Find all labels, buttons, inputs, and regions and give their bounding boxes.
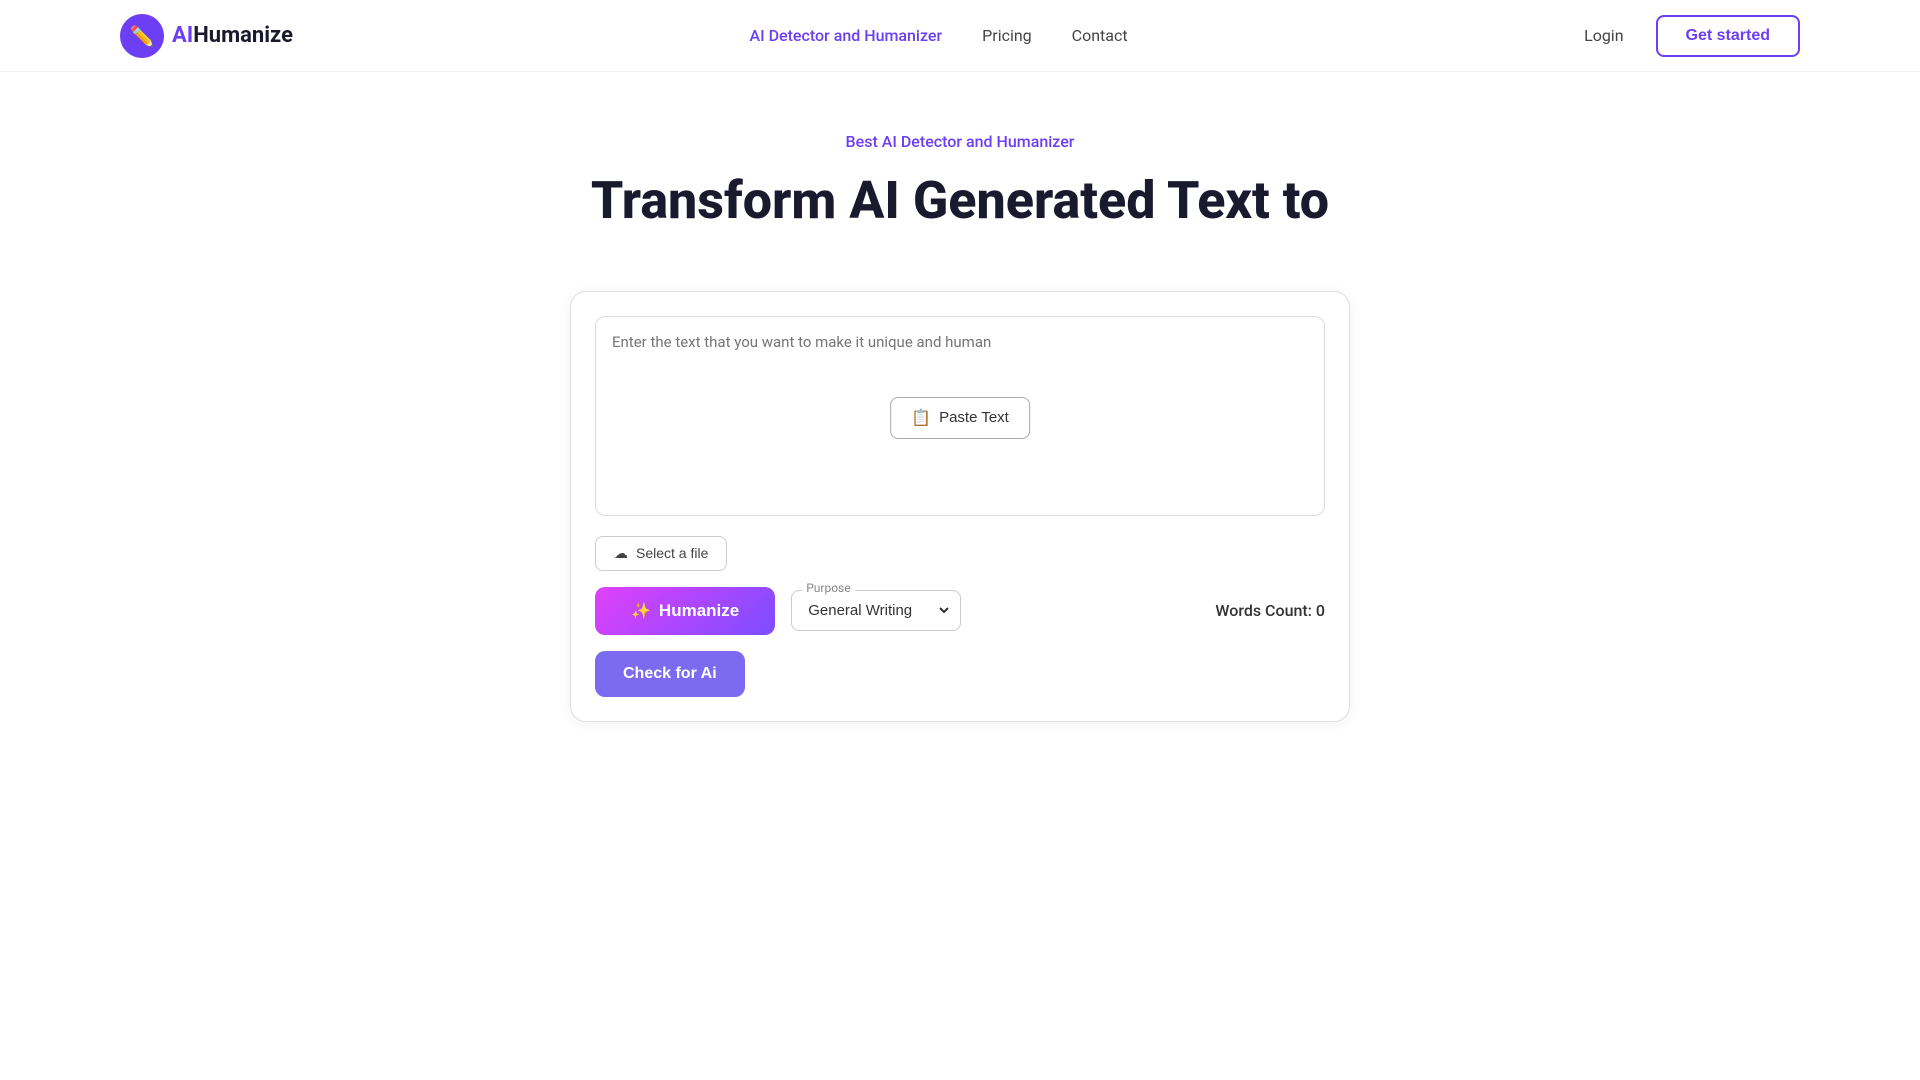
action-row: ✨ Humanize Purpose General Writing Acade… xyxy=(595,587,1325,635)
controls-row: ☁ Select a file xyxy=(595,536,1325,571)
logo[interactable]: ✏️ AIHumanize xyxy=(120,14,293,58)
select-file-button[interactable]: ☁ Select a file xyxy=(595,536,727,571)
logo-text: AIHumanize xyxy=(172,23,293,48)
nav-links: AI Detector and Humanizer Pricing Contac… xyxy=(749,26,1127,45)
clipboard-icon: 📋 xyxy=(911,408,931,428)
humanize-button[interactable]: ✨ Humanize xyxy=(595,587,775,635)
get-started-button[interactable]: Get started xyxy=(1656,15,1800,57)
select-file-label: Select a file xyxy=(636,545,708,561)
check-ai-row: Check for Ai xyxy=(595,651,1325,697)
paste-button-label: Paste Text xyxy=(939,409,1009,426)
words-count: Words Count: 0 xyxy=(1215,601,1325,620)
logo-icon: ✏️ xyxy=(120,14,164,58)
login-link[interactable]: Login xyxy=(1584,26,1623,45)
nav-contact[interactable]: Contact xyxy=(1072,26,1128,45)
hero-badge: Best AI Detector and Humanizer xyxy=(0,132,1920,151)
magic-icon: ✨ xyxy=(631,601,651,621)
nav-pricing[interactable]: Pricing xyxy=(982,26,1032,45)
purpose-select[interactable]: General Writing Academic Business Creati… xyxy=(800,595,952,626)
nav-right: Login Get started xyxy=(1584,15,1800,57)
hero-title: Transform AI Generated Text to xyxy=(0,171,1920,231)
navbar: ✏️ AIHumanize AI Detector and Humanizer … xyxy=(0,0,1920,72)
humanize-button-label: Humanize xyxy=(659,601,739,621)
main-card: 📋 Paste Text ☁ Select a file ✨ Humanize … xyxy=(570,291,1350,722)
purpose-group: Purpose General Writing Academic Busines… xyxy=(791,590,961,631)
purpose-label: Purpose xyxy=(802,581,854,595)
hero-section: Best AI Detector and Humanizer Transform… xyxy=(0,72,1920,271)
cloud-icon: ☁ xyxy=(614,545,628,562)
text-area-wrapper: 📋 Paste Text xyxy=(595,316,1325,520)
paste-button[interactable]: 📋 Paste Text xyxy=(890,397,1030,439)
nav-ai-detector[interactable]: AI Detector and Humanizer xyxy=(749,26,942,45)
check-ai-button[interactable]: Check for Ai xyxy=(595,651,745,697)
